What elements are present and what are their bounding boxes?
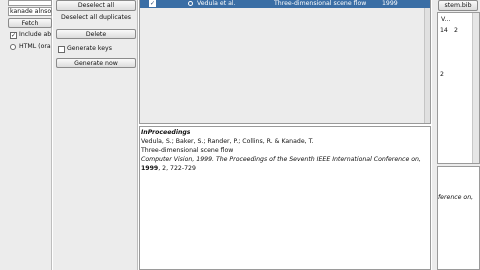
- preview-year-pages: 1999, 2, 722-729: [141, 165, 196, 172]
- row-year: 1999: [382, 0, 398, 7]
- middle-panel: [53, 0, 138, 270]
- include-abstracts-label: Include ab: [19, 31, 52, 38]
- file-tab[interactable]: stem.bib: [438, 0, 478, 11]
- generate-keys-checkbox[interactable]: [58, 46, 65, 53]
- right-value-3: 2: [440, 71, 444, 78]
- generate-now-button[interactable]: Generate now: [56, 58, 136, 68]
- right-scrollbar[interactable]: [472, 13, 479, 163]
- file-link-icon[interactable]: [188, 1, 193, 6]
- delete-button[interactable]: Delete: [56, 29, 136, 39]
- preview-title: Three-dimensional scene flow: [141, 147, 234, 154]
- preview-entry-type: InProceedings: [141, 129, 191, 136]
- deselect-duplicates-button[interactable]: Deselect all duplicates: [56, 13, 136, 24]
- right-value-2: 2: [454, 27, 458, 34]
- fetch-button[interactable]: Fetch: [8, 18, 52, 28]
- preview-booktitle: Computer Vision, 1999. The Proceedings o…: [141, 156, 421, 163]
- right-preview-text: ference on,: [438, 194, 474, 201]
- right-value-1: 14: [440, 27, 448, 34]
- preview-authors: Vedula, S.; Baker, S.; Rander, P.; Colli…: [141, 138, 314, 145]
- search-input-value: kanade alnso: [10, 8, 52, 15]
- html-radio[interactable]: [10, 44, 16, 50]
- entry-table[interactable]: [139, 0, 431, 124]
- right-preview: [437, 166, 480, 270]
- row-title: Three-dimensional scene flow: [274, 0, 367, 7]
- top-input[interactable]: [8, 0, 52, 6]
- include-abstracts-checkbox[interactable]: ✓: [10, 32, 17, 39]
- preview-pages: , 2, 722-729: [158, 165, 196, 172]
- right-column-header: V...: [441, 16, 451, 23]
- html-label: HTML (ora: [19, 43, 51, 50]
- search-input[interactable]: kanade alnso: [8, 7, 52, 16]
- row-author: Vedula et al.: [197, 0, 236, 7]
- generate-keys-label: Generate keys: [67, 45, 112, 52]
- row-checkbox[interactable]: ✓: [149, 0, 156, 7]
- left-panel: [0, 0, 52, 270]
- table-scrollbar[interactable]: [424, 8, 430, 123]
- preview-year: 1999: [141, 165, 159, 172]
- deselect-all-button[interactable]: Deselect all: [56, 0, 136, 11]
- table-row[interactable]: ✓ Vedula et al. Three-dimensional scene …: [140, 0, 430, 8]
